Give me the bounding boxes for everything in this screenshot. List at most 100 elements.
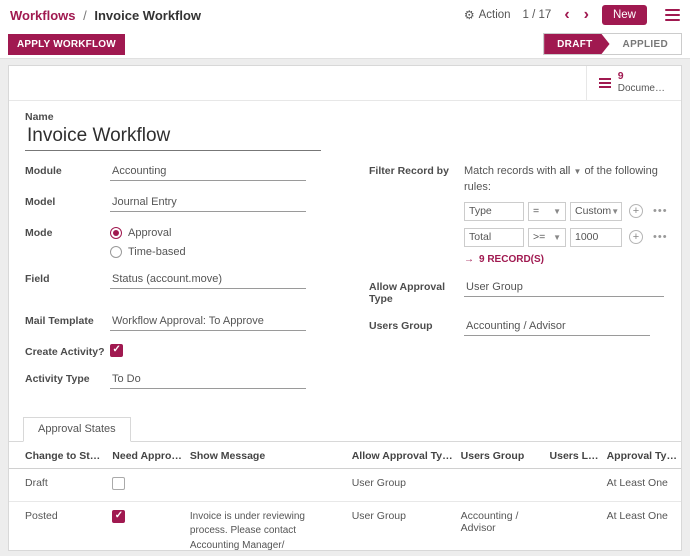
statusbar: DRAFT APPLIED <box>543 33 682 55</box>
approval-states-table: Change to St… Need Appro… Show Message A… <box>9 442 681 551</box>
tab-approval-states[interactable]: Approval States <box>23 417 131 442</box>
button-box: 9 Docume… <box>9 66 681 101</box>
create-activity-label: Create Activity? <box>25 344 110 358</box>
allow-approval-type-label: Allow Approval Type <box>369 279 464 305</box>
cell-change-to[interactable]: Draft <box>9 468 108 501</box>
breadcrumb: Workflows / Invoice Workflow <box>10 8 201 23</box>
rule-operator-select[interactable]: >= ▼ <box>528 228 566 247</box>
status-applied[interactable]: APPLIED <box>610 34 681 54</box>
radio-icon[interactable] <box>110 246 122 258</box>
allow-approval-type-select[interactable]: User Group <box>464 279 664 297</box>
column-header-show-message[interactable]: Show Message <box>186 442 348 469</box>
form-left-column: Module Accounting Model Journal Entry Mo… <box>25 163 369 402</box>
need-approval-checkbox[interactable] <box>112 477 125 490</box>
rule-field-input[interactable]: Type <box>464 202 524 221</box>
cell-allow-approval-type[interactable]: User Group <box>348 468 457 501</box>
field-input[interactable]: Status (account.move) <box>110 271 306 289</box>
users-group-input[interactable]: Accounting / Advisor <box>464 318 650 336</box>
records-count-link[interactable]: → 9 RECORD(S) <box>464 254 668 265</box>
rule-more-icon[interactable]: ••• <box>653 205 668 217</box>
create-activity-checkbox[interactable] <box>110 344 123 357</box>
cell-users-group[interactable] <box>457 468 546 501</box>
action-menu-label: Action <box>479 9 511 21</box>
cell-approval-type[interactable]: At Least One <box>603 468 681 501</box>
filter-rule-row: Type = ▼ Custom ▼ + ••• <box>464 202 668 221</box>
filter-rules: Type = ▼ Custom ▼ + ••• <box>464 202 668 247</box>
cell-approval-type[interactable]: At Least One <box>603 501 681 551</box>
column-header-approval-type[interactable]: Approval Ty… <box>603 442 681 469</box>
activity-type-input[interactable]: To Do <box>110 371 306 389</box>
radio-icon[interactable] <box>110 227 122 239</box>
column-header-users-group[interactable]: Users Group <box>457 442 546 469</box>
module-label: Module <box>25 163 110 177</box>
rule-value-select[interactable]: Custom ▼ <box>570 202 622 221</box>
users-group-label: Users Group <box>369 318 464 332</box>
rule-more-icon[interactable]: ••• <box>653 231 668 243</box>
name-input[interactable]: Invoice Workflow <box>25 125 321 151</box>
pager-previous-button[interactable]: ‹ <box>563 7 570 23</box>
list-icon <box>599 78 611 88</box>
column-header-change-to[interactable]: Change to St… <box>9 442 108 469</box>
mode-label: Mode <box>25 225 110 239</box>
documents-stat-button[interactable]: 9 Docume… <box>586 66 681 100</box>
cell-users-list[interactable] <box>546 501 603 551</box>
cell-show-message[interactable] <box>186 468 348 501</box>
chevron-down-icon: ▼ <box>611 207 619 216</box>
table-header-row: Change to St… Need Appro… Show Message A… <box>9 442 681 469</box>
rule-field-input[interactable]: Total <box>464 228 524 247</box>
action-menu-button[interactable]: ⚙ Action <box>464 8 511 22</box>
hamburger-menu-icon[interactable] <box>665 9 680 21</box>
chevron-down-icon: ▼ <box>553 207 561 216</box>
control-panel-right: ⚙ Action 1 / 17 ‹ › New <box>464 5 680 25</box>
table-row-draft[interactable]: Draft User Group At Least One <box>9 468 681 501</box>
filter-match-text: Match records with all ▼ of the followin… <box>464 163 668 196</box>
chevron-down-icon: ▼ <box>573 167 581 176</box>
new-button[interactable]: New <box>602 5 647 25</box>
cell-users-group[interactable]: Accounting / Advisor <box>457 501 546 551</box>
model-label: Model <box>25 194 110 208</box>
mode-option-time-based-label: Time-based <box>128 246 186 258</box>
breadcrumb-parent-link[interactable]: Workflows <box>10 8 76 23</box>
breadcrumb-current: Invoice Workflow <box>94 8 201 23</box>
form-right-column: Filter Record by Match records with all … <box>369 163 668 402</box>
module-input[interactable]: Accounting <box>110 163 306 181</box>
documents-label: Docume… <box>618 83 665 96</box>
control-panel: Workflows / Invoice Workflow ⚙ Action 1 … <box>0 0 690 30</box>
column-header-users-list[interactable]: Users L… <box>546 442 603 469</box>
mode-option-time-based[interactable]: Time-based <box>110 246 186 258</box>
content-area: 9 Docume… Name Invoice Workflow Module A… <box>0 59 690 556</box>
add-rule-icon[interactable]: + <box>629 204 643 218</box>
name-label: Name <box>25 111 665 123</box>
need-approval-checkbox[interactable] <box>112 510 125 523</box>
mail-template-label: Mail Template <box>25 313 110 327</box>
arrow-right-icon: → <box>464 254 474 265</box>
cell-change-to[interactable]: Posted <box>9 501 108 551</box>
documents-count: 9 <box>618 70 665 83</box>
mode-option-approval[interactable]: Approval <box>110 227 186 239</box>
column-header-allow-approval-type[interactable]: Allow Approval Ty… <box>348 442 457 469</box>
rule-value-input[interactable]: 1000 <box>570 228 622 247</box>
notebook: Approval States Change to St… Need Appro… <box>9 416 681 551</box>
rule-operator-select[interactable]: = ▼ <box>528 202 566 221</box>
pager-counter[interactable]: 1 / 17 <box>523 9 552 21</box>
field-label: Field <box>25 271 110 285</box>
pager-next-button[interactable]: › <box>583 7 590 23</box>
cell-show-message[interactable]: Invoice is under reviewing process. Plea… <box>186 501 348 551</box>
cell-allow-approval-type[interactable]: User Group <box>348 501 457 551</box>
gear-icon: ⚙ <box>464 8 475 22</box>
form-sheet: 9 Docume… Name Invoice Workflow Module A… <box>8 65 682 551</box>
form-body: Name Invoice Workflow Module Accounting … <box>9 101 681 402</box>
column-header-need-approval[interactable]: Need Appro… <box>108 442 186 469</box>
status-draft[interactable]: DRAFT <box>544 34 609 54</box>
add-rule-icon[interactable]: + <box>629 230 643 244</box>
table-row-posted[interactable]: Posted Invoice is under reviewing proces… <box>9 501 681 551</box>
mail-template-input[interactable]: Workflow Approval: To Approve <box>110 313 306 331</box>
notebook-tabs: Approval States <box>9 416 681 442</box>
match-mode-select[interactable]: all ▼ <box>559 165 581 177</box>
model-input[interactable]: Journal Entry <box>110 194 306 212</box>
chevron-down-icon: ▼ <box>553 233 561 242</box>
action-bar: APPLY WORKFLOW DRAFT APPLIED <box>0 30 690 59</box>
filter-record-label: Filter Record by <box>369 163 464 177</box>
cell-users-list[interactable] <box>546 468 603 501</box>
apply-workflow-button[interactable]: APPLY WORKFLOW <box>8 34 125 55</box>
